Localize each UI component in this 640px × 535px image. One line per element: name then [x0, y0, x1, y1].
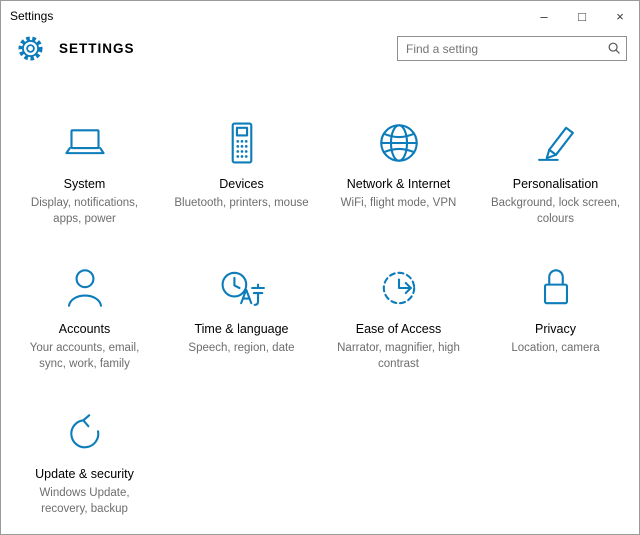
category-title: Accounts — [6, 322, 163, 336]
category-subtitle: WiFi, flight mode, VPN — [320, 195, 477, 211]
category-title: Privacy — [477, 322, 634, 336]
category-subtitle: Your accounts, email, sync, work, family — [6, 340, 163, 372]
category-subtitle: Speech, region, date — [163, 340, 320, 356]
search-input[interactable] — [397, 36, 627, 61]
category-title: Network & Internet — [320, 177, 477, 191]
minimize-button[interactable]: – — [525, 1, 563, 31]
header: SETTINGS — [1, 31, 639, 72]
category-title: System — [6, 177, 163, 191]
globe-icon — [320, 108, 477, 170]
clock-language-icon — [163, 253, 320, 315]
refresh-arrow-icon — [6, 398, 163, 460]
category-subtitle: Background, lock screen, colours — [477, 195, 634, 227]
category-title: Update & security — [6, 467, 163, 481]
category-title: Time & language — [163, 322, 320, 336]
category-subtitle: Narrator, magnifier, high contrast — [320, 340, 477, 372]
category-accounts[interactable]: Accounts Your accounts, email, sync, wor… — [6, 253, 163, 372]
window-title: Settings — [1, 9, 53, 23]
category-title: Ease of Access — [320, 322, 477, 336]
dashed-clock-arrow-icon — [320, 253, 477, 315]
close-button[interactable]: × — [601, 1, 639, 31]
category-network[interactable]: Network & Internet WiFi, flight mode, VP… — [320, 108, 477, 227]
grid-empty-cell — [320, 398, 477, 517]
padlock-icon — [477, 253, 634, 315]
window-controls: – □ × — [525, 1, 639, 31]
category-subtitle: Location, camera — [477, 340, 634, 356]
category-time-language[interactable]: Time & language Speech, region, date — [163, 253, 320, 372]
grid-empty-cell — [477, 398, 634, 517]
category-ease-of-access[interactable]: Ease of Access Narrator, magnifier, high… — [320, 253, 477, 372]
category-update-security[interactable]: Update & security Windows Update, recove… — [6, 398, 163, 517]
pen-icon — [477, 108, 634, 170]
category-subtitle: Windows Update, recovery, backup — [6, 485, 163, 517]
category-subtitle: Display, notifications, apps, power — [6, 195, 163, 227]
category-subtitle: Bluetooth, printers, mouse — [163, 195, 320, 211]
category-personalisation[interactable]: Personalisation Background, lock screen,… — [477, 108, 634, 227]
category-privacy[interactable]: Privacy Location, camera — [477, 253, 634, 372]
search-box — [397, 36, 627, 61]
category-devices[interactable]: Devices Bluetooth, printers, mouse — [163, 108, 320, 227]
settings-window: Settings – □ × SETTINGS — [0, 0, 640, 535]
title-bar[interactable]: Settings – □ × — [1, 1, 639, 31]
grid-empty-cell — [163, 398, 320, 517]
category-title: Devices — [163, 177, 320, 191]
maximize-button[interactable]: □ — [563, 1, 601, 31]
category-title: Personalisation — [477, 177, 634, 191]
page-title: SETTINGS — [59, 41, 135, 56]
gear-icon — [17, 35, 44, 62]
devices-icon — [163, 108, 320, 170]
laptop-icon — [6, 108, 163, 170]
category-system[interactable]: System Display, notifications, apps, pow… — [6, 108, 163, 227]
person-icon — [6, 253, 163, 315]
category-grid: System Display, notifications, apps, pow… — [1, 108, 639, 518]
